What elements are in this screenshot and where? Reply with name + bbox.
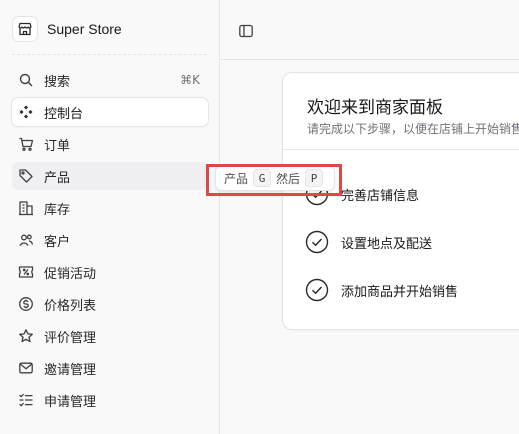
sidebar-item-inventory[interactable]: 库存 — [12, 194, 208, 222]
store-icon — [12, 16, 38, 42]
task-label: 设置地点及配送 — [341, 236, 433, 252]
task-label: 添加商品并开始销售 — [341, 284, 459, 300]
envelope-icon — [18, 360, 34, 376]
currency-icon — [18, 296, 34, 312]
sidebar-item-label: 客户 — [44, 234, 71, 250]
sidebar-nav: 搜索 ⌘K 控制台 订单 产品 库存 客户 促销活动 价格列表 评价管理 邀请管… — [12, 66, 208, 418]
sidebar-item-label: 申请管理 — [44, 394, 97, 410]
sidebar-item-label: 促销活动 — [44, 266, 97, 282]
dashboard-icon — [18, 104, 34, 120]
tooltip-label: 产品 — [224, 171, 249, 186]
sidebar-item-dashboard[interactable]: 控制台 — [12, 98, 208, 126]
sidebar-item-reviews[interactable]: 评价管理 — [12, 322, 208, 350]
card-title: 欢迎来到商家面板 — [307, 98, 443, 118]
sidebar-item-search[interactable]: 搜索 ⌘K — [12, 66, 208, 94]
checklist-icon — [18, 392, 34, 408]
store-name: Super Store — [47, 21, 122, 37]
sidebar-item-label: 价格列表 — [44, 298, 97, 314]
sidebar-item-label: 订单 — [44, 138, 71, 154]
sidebar-item-label: 库存 — [44, 202, 71, 218]
users-icon — [18, 232, 34, 248]
building-icon — [18, 200, 34, 216]
sidebar-item-products[interactable]: 产品 — [12, 162, 208, 190]
sidebar-item-label: 邀请管理 — [44, 362, 97, 378]
check-circle-icon — [305, 278, 329, 302]
sidebar-item-promotions[interactable]: 促销活动 — [12, 258, 208, 286]
sidebar: Super Store 搜索 ⌘K 控制台 订单 产品 库存 客户 促销活动 价… — [0, 0, 220, 434]
store-switcher[interactable]: Super Store — [12, 15, 122, 43]
sidebar-item-price-lists[interactable]: 价格列表 — [12, 290, 208, 318]
topbar — [221, 0, 519, 60]
cart-icon — [18, 136, 34, 152]
sidebar-toggle-button[interactable] — [237, 22, 255, 40]
sidebar-item-label: 评价管理 — [44, 330, 97, 346]
card-subtitle: 请完成以下步骤，以便在店铺上开始销售 — [307, 122, 519, 136]
task-item-locations[interactable]: 设置地点及配送 — [305, 229, 432, 255]
app-window: Super Store 搜索 ⌘K 控制台 订单 产品 库存 客户 促销活动 价… — [0, 0, 519, 434]
tooltip-then: 然后 — [276, 171, 301, 186]
search-icon — [18, 72, 34, 88]
search-shortcut: ⌘K — [180, 73, 200, 87]
receipt-icon — [18, 264, 34, 280]
sidebar-item-requests[interactable]: 申请管理 — [12, 386, 208, 414]
sidebar-item-label: 控制台 — [44, 106, 84, 122]
sidebar-item-invites[interactable]: 邀请管理 — [12, 354, 208, 382]
sidebar-item-label: 产品 — [44, 170, 71, 186]
shortcut-tooltip: 产品 G 然后 P — [216, 166, 335, 190]
task-item-products[interactable]: 添加商品并开始销售 — [305, 277, 458, 303]
onboarding-card: 欢迎来到商家面板 请完成以下步骤，以便在店铺上开始销售 完善店铺信息 设置地点及… — [282, 72, 519, 330]
shortcut-key-p: P — [305, 169, 324, 187]
sidebar-toggle-icon — [239, 24, 253, 38]
task-label: 完善店铺信息 — [341, 188, 420, 204]
sidebar-item-orders[interactable]: 订单 — [12, 130, 208, 158]
sidebar-item-label: 搜索 — [44, 74, 71, 90]
star-icon — [18, 328, 34, 344]
sidebar-item-customers[interactable]: 客户 — [12, 226, 208, 254]
shortcut-key-g: G — [253, 169, 272, 187]
check-circle-icon — [305, 230, 329, 254]
tag-icon — [18, 168, 34, 184]
sidebar-divider — [12, 54, 207, 55]
card-divider — [283, 149, 519, 150]
